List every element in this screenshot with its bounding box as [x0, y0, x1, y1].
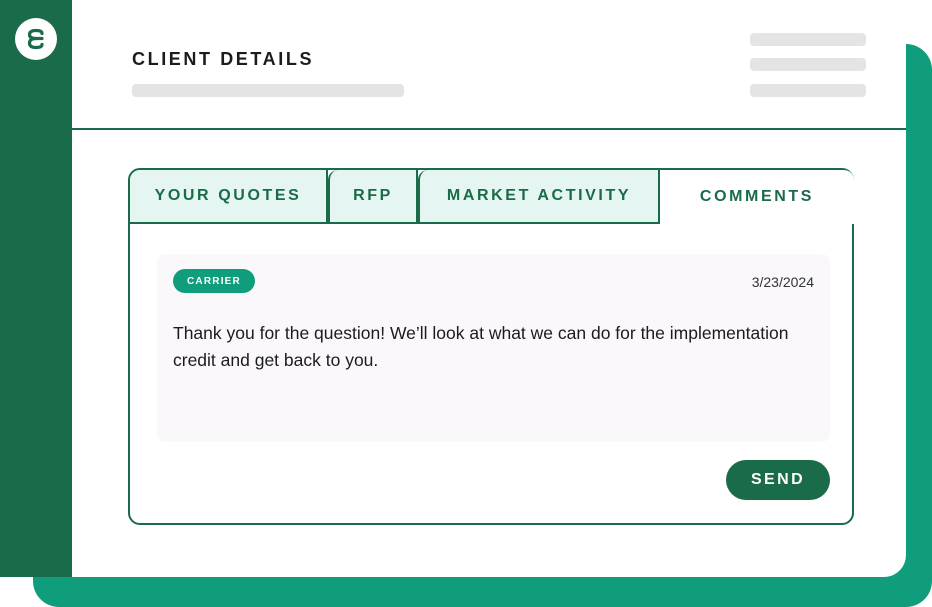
header-info-placeholder: [750, 84, 866, 97]
tab-comments[interactable]: COMMENTS: [660, 170, 854, 224]
subtitle-placeholder: [132, 84, 404, 97]
author-role-badge: CARRIER: [173, 269, 255, 293]
comment-date: 3/23/2024: [751, 274, 814, 290]
page-title: CLIENT DETAILS: [132, 49, 315, 69]
comments-panel: YOUR QUOTES RFP MARKET ACTIVITY COMMENTS…: [128, 168, 854, 525]
client-details-window: CLIENT DETAILS YOUR QUOTES RFP MARKET AC…: [0, 0, 906, 577]
header-info-placeholder: [750, 58, 866, 71]
tab-market-activity[interactable]: MARKET ACTIVITY: [418, 170, 660, 224]
header-info-placeholder: [750, 33, 866, 46]
tab-rfp[interactable]: RFP: [328, 170, 418, 224]
sidebar: [0, 0, 72, 577]
comment-text: Thank you for the question! We’ll look a…: [173, 323, 789, 370]
header-divider: [72, 128, 906, 130]
comment-card: CARRIER 3/23/2024 Thank you for the ques…: [157, 254, 830, 442]
tab-your-quotes[interactable]: YOUR QUOTES: [130, 170, 328, 224]
brand-logo-icon[interactable]: [15, 18, 57, 60]
send-button[interactable]: SEND: [726, 460, 830, 500]
